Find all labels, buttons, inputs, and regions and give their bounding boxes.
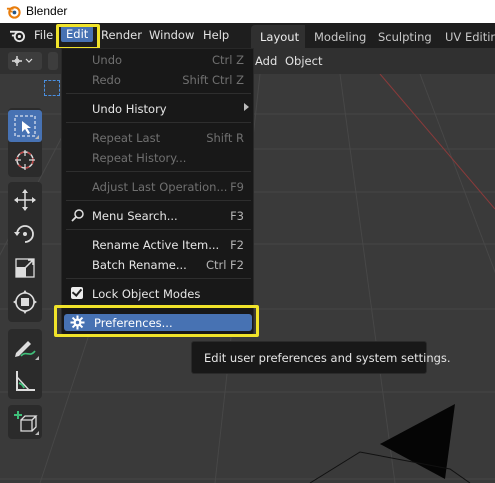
transform-icon <box>13 290 37 314</box>
cursor-icon <box>15 150 35 170</box>
menu-item-menu-search-shortcut: F3 <box>230 209 244 223</box>
menu-item-adjust-last-shortcut: F9 <box>230 180 244 194</box>
viewport-mode-button[interactable] <box>48 52 58 70</box>
menu-item-repeat-last-label: Repeat Last <box>92 131 161 145</box>
lock-object-modes-checkbox[interactable] <box>71 287 83 299</box>
scale-icon <box>15 258 35 278</box>
menu-item-repeat-history-label: Repeat History... <box>92 151 187 165</box>
tool-transform[interactable] <box>8 286 42 318</box>
menu-separator <box>66 229 251 230</box>
menu-item-menu-search-label: Menu Search... <box>92 209 178 223</box>
menu-separator <box>66 171 251 172</box>
menu-item-redo[interactable]: Redo Shift Ctrl Z <box>62 70 255 89</box>
tab-sculpting[interactable]: Sculpting <box>369 25 441 48</box>
edit-dropdown-menu: Undo Ctrl Z Redo Shift Ctrl Z Undo Histo… <box>61 48 254 336</box>
preferences-tooltip: Edit user preferences and system setting… <box>191 341 451 374</box>
menu-item-adjust-last-operation[interactable]: Adjust Last Operation... F9 <box>62 177 255 196</box>
menu-separator <box>66 200 251 201</box>
menu-item-repeat-history[interactable]: Repeat History... <box>62 148 255 167</box>
menu-item-repeat-last[interactable]: Repeat Last Shift R <box>62 128 255 147</box>
menu-item-redo-shortcut: Shift Ctrl Z <box>182 73 244 87</box>
tab-modeling[interactable]: Modeling <box>305 25 376 48</box>
menu-item-redo-label: Redo <box>92 73 121 87</box>
menu-item-undo-label: Undo <box>92 53 123 67</box>
tool-add-cube[interactable] <box>8 406 42 438</box>
menu-item-undo-shortcut: Ctrl Z <box>212 53 244 67</box>
tool-move[interactable] <box>8 184 42 216</box>
tool-measure[interactable] <box>8 365 42 397</box>
submenu-arrow-icon <box>244 103 249 111</box>
menu-item-batch-rename-label: Batch Rename... <box>92 258 187 272</box>
toolbar-select-group <box>8 108 42 177</box>
viewport-menu-add[interactable]: Add <box>255 54 277 68</box>
menu-item-lock-object-modes[interactable]: Lock Object Modes <box>62 284 255 303</box>
tool-annotate[interactable] <box>8 331 42 363</box>
window-titlebar: Blender <box>0 0 495 23</box>
menu-separator <box>66 122 251 123</box>
tab-uv-editing[interactable]: UV Editing <box>436 25 495 48</box>
menu-file[interactable]: File <box>34 28 53 42</box>
transform-pivot-dropdown[interactable] <box>8 52 42 70</box>
toolbar-add-group <box>8 405 42 439</box>
menu-window[interactable]: Window <box>149 28 194 42</box>
menu-item-repeat-last-shortcut: Shift R <box>206 131 244 145</box>
pivot-icon <box>12 56 33 66</box>
menu-item-lock-object-modes-label: Lock Object Modes <box>92 287 201 301</box>
tool-select-box[interactable] <box>8 110 42 142</box>
tool-scale[interactable] <box>8 252 42 284</box>
menu-help[interactable]: Help <box>203 28 229 42</box>
menu-render[interactable]: Render <box>101 28 142 42</box>
menu-item-batch-rename[interactable]: Batch Rename... Ctrl F2 <box>62 255 255 274</box>
menu-item-rename-active-label: Rename Active Item... <box>92 238 220 252</box>
edit-menu-highlight-box <box>56 24 100 50</box>
measure-ruler-icon <box>16 371 35 391</box>
move-icon <box>14 189 36 211</box>
blender-logo-icon <box>6 6 21 19</box>
menu-item-undo[interactable]: Undo Ctrl Z <box>62 50 255 69</box>
menu-item-rename-active[interactable]: Rename Active Item... F2 <box>62 235 255 254</box>
viewport-menu-object[interactable]: Object <box>285 54 322 68</box>
preferences-highlight-box <box>54 305 259 337</box>
menu-separator <box>66 93 251 94</box>
menu-separator <box>66 278 251 279</box>
tool-cursor[interactable] <box>8 144 42 176</box>
menu-item-rename-active-shortcut: F2 <box>230 238 244 252</box>
menu-item-undo-history-label: Undo History <box>92 102 167 116</box>
tab-layout[interactable]: Layout <box>251 25 309 48</box>
menu-item-batch-rename-shortcut: Ctrl F2 <box>205 258 244 272</box>
menu-item-menu-search[interactable]: Menu Search... F3 <box>62 206 255 225</box>
menu-item-undo-history[interactable]: Undo History <box>62 99 255 118</box>
toolbar-transform-group <box>8 182 42 322</box>
tooltip-text: Edit user preferences and system setting… <box>204 351 451 365</box>
select-mode-box-icon[interactable] <box>44 80 60 96</box>
menu-item-adjust-last-label: Adjust Last Operation... <box>92 180 228 194</box>
window-title: Blender <box>26 4 68 18</box>
toolbar-annotate-group <box>8 329 42 399</box>
blender-menu-icon[interactable] <box>9 28 26 43</box>
tool-rotate[interactable] <box>8 218 42 250</box>
rotate-icon <box>14 225 34 243</box>
search-icon <box>71 209 84 222</box>
